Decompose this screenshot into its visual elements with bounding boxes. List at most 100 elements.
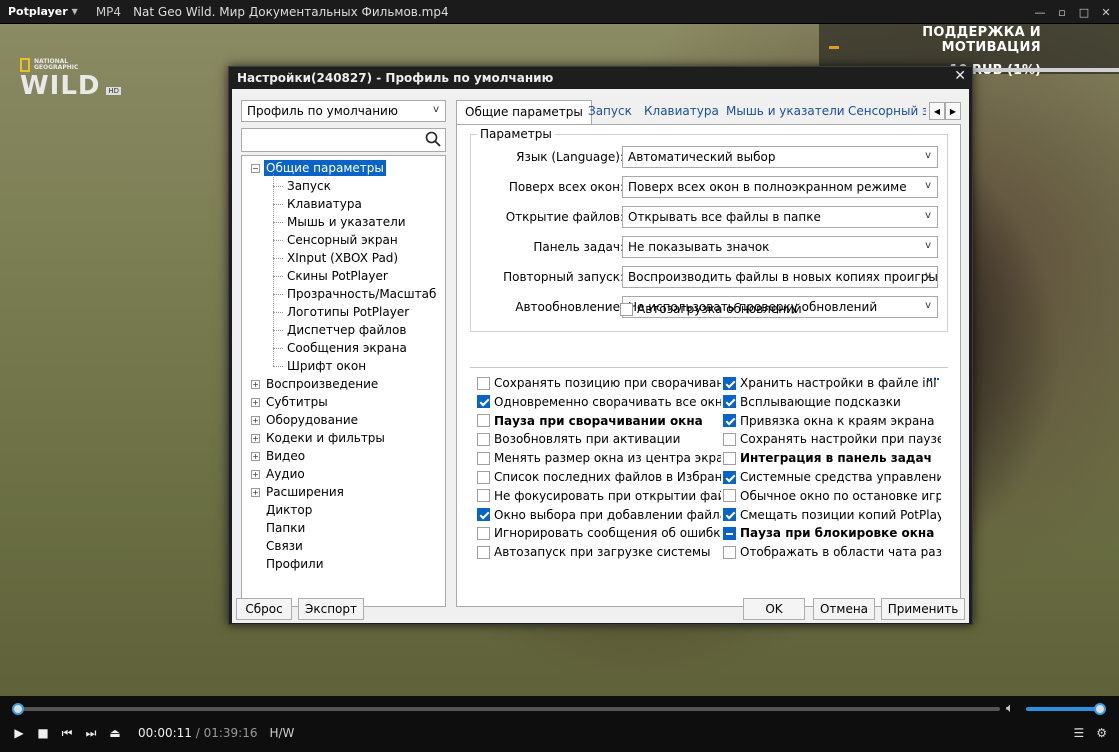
previous-icon[interactable]: ⏮︎ [60, 726, 74, 741]
tree-item[interactable]: Диспетчер файлов [285, 321, 408, 339]
checkbox-box[interactable] [723, 432, 736, 446]
tree-item[interactable]: Профили [251, 555, 326, 573]
checkbox-box[interactable] [723, 489, 736, 503]
tree-item[interactable]: XInput (XBOX Pad) [285, 249, 400, 267]
expand-icon[interactable]: + [251, 469, 260, 479]
tree-item[interactable]: + Кодеки и фильтры [251, 429, 387, 447]
setting-select[interactable]: Не показывать значок v [622, 236, 938, 258]
option-checkbox[interactable]: Обычное окно по остановке игры [723, 488, 941, 504]
checkbox-box[interactable] [477, 451, 490, 465]
tree-item[interactable]: + Видео [251, 447, 307, 465]
tree-item[interactable]: Сенсорный экран [285, 231, 400, 249]
next-icon[interactable]: ⏭︎ [84, 726, 98, 741]
checkbox-box[interactable] [477, 489, 490, 503]
checkbox-box[interactable] [477, 376, 490, 390]
option-checkbox[interactable]: Отображать в области чата различ... [723, 544, 941, 560]
option-checkbox[interactable]: Всплывающие подсказки [723, 394, 941, 410]
option-checkbox[interactable]: Одновременно сворачивать все окна [477, 394, 721, 410]
option-checkbox[interactable]: Пауза при сворачивании окна [477, 413, 721, 429]
checkbox-box[interactable] [477, 508, 490, 522]
option-checkbox[interactable]: Системные средства управления ... [723, 469, 941, 485]
setting-select[interactable]: Автоматический выбор v [622, 146, 938, 168]
option-checkbox[interactable]: Список последних файлов в Избранном [477, 469, 721, 485]
checkbox-box[interactable] [477, 432, 490, 446]
seek-bar[interactable] [11, 703, 1000, 715]
profile-select[interactable]: Профиль по умолчанию v [241, 100, 446, 122]
checkbox-box[interactable] [723, 395, 736, 409]
tab[interactable]: Общие параметры [456, 100, 592, 125]
autoload-updates-checkbox[interactable]: Автозагрузка обновлений [620, 301, 802, 317]
tab-scroll-left-icon[interactable]: ◀ [929, 102, 945, 120]
tree-item[interactable]: + Воспроизведение [251, 375, 380, 393]
checkbox-box[interactable] [723, 508, 736, 522]
tree-item[interactable]: + Расширения [251, 483, 346, 501]
reset-button[interactable]: Сброс [236, 598, 292, 620]
volume-handle[interactable] [1094, 703, 1106, 715]
option-checkbox[interactable]: Хранить настройки в файле ini [723, 375, 941, 391]
option-checkbox[interactable]: Смещать позиции копий PotPlayer [723, 507, 941, 523]
expand-icon[interactable]: + [251, 379, 260, 389]
option-checkbox[interactable]: Автозапуск при загрузке системы [477, 544, 721, 560]
setting-select[interactable]: Воспроизводить файлы в новых копиях прои… [622, 266, 938, 288]
tree-item[interactable]: + Аудио [251, 465, 307, 483]
checkbox-box[interactable] [477, 545, 490, 559]
tab-scroll-right-icon[interactable]: ▶ [945, 102, 961, 120]
option-checkbox[interactable]: Сохранять позицию при сворачивании [477, 375, 721, 391]
maximize-icon[interactable]: □ [1077, 6, 1091, 19]
option-checkbox[interactable]: Пауза при блокировке окна [723, 525, 941, 541]
expand-icon[interactable]: + [251, 415, 260, 425]
tree-item[interactable]: Мышь и указатели [285, 213, 408, 231]
tree-item[interactable]: − Общие параметры [251, 159, 386, 177]
seek-handle[interactable] [11, 703, 24, 715]
tree-item[interactable]: Папки [251, 519, 307, 537]
tree-item[interactable]: Диктор [251, 501, 314, 519]
volume-slider[interactable] [1026, 703, 1106, 715]
checkbox-box[interactable] [723, 376, 736, 390]
settings-gear-icon[interactable]: ⚙ [1096, 726, 1107, 740]
potplayer-menu-button[interactable]: Potplayer ▼ [0, 5, 84, 18]
settings-search-input[interactable] [241, 128, 446, 152]
option-checkbox[interactable]: Возобновлять при активации [477, 431, 721, 447]
checkbox-box[interactable] [723, 526, 736, 540]
tree-item[interactable]: Скины PotPlayer [285, 267, 390, 285]
expand-icon[interactable]: + [251, 451, 260, 461]
expand-icon[interactable]: + [251, 397, 260, 407]
tree-item[interactable]: Связи [251, 537, 305, 555]
hw-decoder-label[interactable]: H/W [269, 726, 294, 740]
stop-icon[interactable]: ■ [36, 726, 50, 740]
checkbox-box[interactable] [723, 451, 736, 465]
option-checkbox[interactable]: Окно выбора при добавлении файла [477, 507, 721, 523]
expand-icon[interactable]: + [251, 433, 260, 443]
volume-icon[interactable]: 🔈︎ [1006, 701, 1014, 716]
checkbox-box[interactable] [477, 395, 490, 409]
option-checkbox[interactable]: Сохранять настройки при паузе [723, 431, 941, 447]
option-checkbox[interactable]: Привязка окна к краям экрана [723, 413, 941, 429]
search-icon[interactable] [425, 131, 441, 147]
eject-icon[interactable]: ⏏︎ [108, 726, 122, 740]
tree-item[interactable]: Клавиатура [285, 195, 364, 213]
close-icon[interactable]: ✕ [1099, 6, 1113, 19]
checkbox-box[interactable] [723, 414, 736, 428]
collapse-icon[interactable]: − [251, 163, 260, 173]
tree-item[interactable]: + Субтитры [251, 393, 330, 411]
tree-item[interactable]: Сообщения экрана [285, 339, 409, 357]
export-button[interactable]: Экспорт [298, 598, 364, 620]
setting-select[interactable]: Поверх всех окон в полноэкранном режиме v [622, 176, 938, 198]
checkbox-box[interactable] [723, 470, 736, 484]
tab[interactable]: Сенсорный эк [840, 100, 926, 124]
tab[interactable]: Запуск [580, 100, 640, 124]
mini-mode-icon[interactable]: ▫ [1055, 6, 1069, 19]
checkbox-box[interactable] [477, 470, 490, 484]
setting-select[interactable]: Открывать все файлы в папке v [622, 206, 938, 228]
dialog-close-icon[interactable]: ✕ [954, 68, 966, 84]
option-checkbox[interactable]: Не фокусировать при открытии файла [477, 488, 721, 504]
tab[interactable]: Клавиатура [636, 100, 727, 124]
checkbox-box[interactable] [477, 526, 490, 540]
option-checkbox[interactable]: Интеграция в панель задач [723, 450, 941, 466]
checkbox-box[interactable] [477, 414, 490, 428]
play-icon[interactable]: ▶ [12, 726, 26, 740]
checkbox-box[interactable] [723, 545, 736, 559]
tab[interactable]: Мышь и указатели [718, 100, 853, 124]
cancel-button[interactable]: Отмена [813, 598, 875, 620]
option-checkbox[interactable]: Менять размер окна из центра экрана [477, 450, 721, 466]
